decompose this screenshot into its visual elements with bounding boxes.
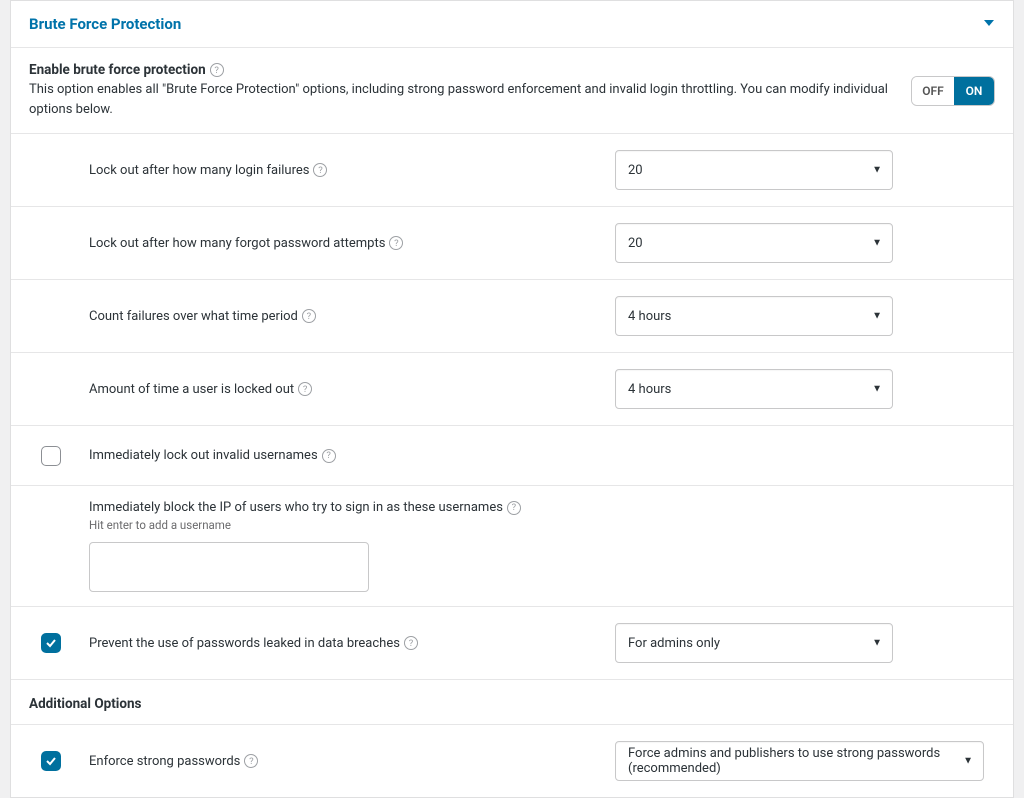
help-icon[interactable]: ? xyxy=(302,309,316,323)
enable-description: This option enables all "Brute Force Pro… xyxy=(29,80,891,119)
usernames-input[interactable] xyxy=(89,542,369,592)
collapse-caret-icon[interactable] xyxy=(983,17,995,32)
help-icon[interactable]: ? xyxy=(404,636,418,650)
brute-force-panel: Brute Force Protection Enable brute forc… xyxy=(10,0,1014,798)
help-icon[interactable]: ? xyxy=(322,449,336,463)
invalid-usernames-checkbox[interactable] xyxy=(41,446,61,466)
time-period-select[interactable]: 4 hours ▼ xyxy=(615,296,893,336)
block-ip-sublabel: Hit enter to add a username xyxy=(89,518,595,532)
leaked-passwords-checkbox[interactable] xyxy=(41,633,61,653)
chevron-down-icon: ▼ xyxy=(963,756,973,767)
login-failures-label: Lock out after how many login failures ? xyxy=(89,163,327,178)
chevron-down-icon: ▼ xyxy=(872,384,882,395)
block-ip-row: Immediately block the IP of users who tr… xyxy=(11,486,1013,607)
forgot-password-label: Lock out after how many forgot password … xyxy=(89,236,403,251)
select-value: 4 hours xyxy=(628,309,671,324)
help-icon[interactable]: ? xyxy=(244,754,258,768)
time-period-row: Count failures over what time period ? 4… xyxy=(11,280,1013,353)
lockout-time-select[interactable]: 4 hours ▼ xyxy=(615,369,893,409)
strong-passwords-select[interactable]: Force admins and publishers to use stron… xyxy=(615,741,984,781)
help-icon[interactable]: ? xyxy=(313,163,327,177)
forgot-password-row: Lock out after how many forgot password … xyxy=(11,207,1013,280)
lockout-time-label: Amount of time a user is locked out ? xyxy=(89,382,312,397)
help-icon[interactable]: ? xyxy=(389,236,403,250)
enable-toggle[interactable]: OFF ON xyxy=(911,76,995,106)
select-value: Force admins and publishers to use stron… xyxy=(628,746,971,776)
time-period-label: Count failures over what time period ? xyxy=(89,309,316,324)
select-value: For admins only xyxy=(628,636,720,651)
strong-passwords-checkbox[interactable] xyxy=(41,751,61,771)
lockout-time-row: Amount of time a user is locked out ? 4 … xyxy=(11,353,1013,426)
section-title: Brute Force Protection xyxy=(29,15,181,33)
select-value: 4 hours xyxy=(628,382,671,397)
help-icon[interactable]: ? xyxy=(210,63,224,77)
login-failures-row: Lock out after how many login failures ?… xyxy=(11,134,1013,207)
login-failures-select[interactable]: 20 ▼ xyxy=(615,150,893,190)
select-value: 20 xyxy=(628,236,643,251)
invalid-usernames-row: Immediately lock out invalid usernames ? xyxy=(11,426,1013,486)
section-header[interactable]: Brute Force Protection xyxy=(11,1,1013,48)
leaked-passwords-label: Prevent the use of passwords leaked in d… xyxy=(89,636,418,651)
chevron-down-icon: ▼ xyxy=(872,311,882,322)
forgot-password-select[interactable]: 20 ▼ xyxy=(615,223,893,263)
chevron-down-icon: ▼ xyxy=(872,638,882,649)
select-value: 20 xyxy=(628,163,643,178)
enable-title-text: Enable brute force protection xyxy=(29,62,206,78)
block-ip-label: Immediately block the IP of users who tr… xyxy=(89,500,521,515)
strong-passwords-row: Enforce strong passwords ? Force admins … xyxy=(11,725,1013,797)
enable-row: Enable brute force protection ? This opt… xyxy=(11,48,1013,134)
help-icon[interactable]: ? xyxy=(298,382,312,396)
invalid-usernames-label: Immediately lock out invalid usernames ? xyxy=(89,448,336,463)
leaked-passwords-select[interactable]: For admins only ▼ xyxy=(615,623,893,663)
toggle-off[interactable]: OFF xyxy=(912,77,954,105)
toggle-on[interactable]: ON xyxy=(954,77,994,105)
additional-options-header: Additional Options xyxy=(11,680,1013,725)
chevron-down-icon: ▼ xyxy=(872,165,882,176)
strong-passwords-label: Enforce strong passwords ? xyxy=(89,754,258,769)
leaked-passwords-row: Prevent the use of passwords leaked in d… xyxy=(11,607,1013,680)
help-icon[interactable]: ? xyxy=(507,501,521,515)
enable-title: Enable brute force protection ? xyxy=(29,62,224,78)
chevron-down-icon: ▼ xyxy=(872,238,882,249)
